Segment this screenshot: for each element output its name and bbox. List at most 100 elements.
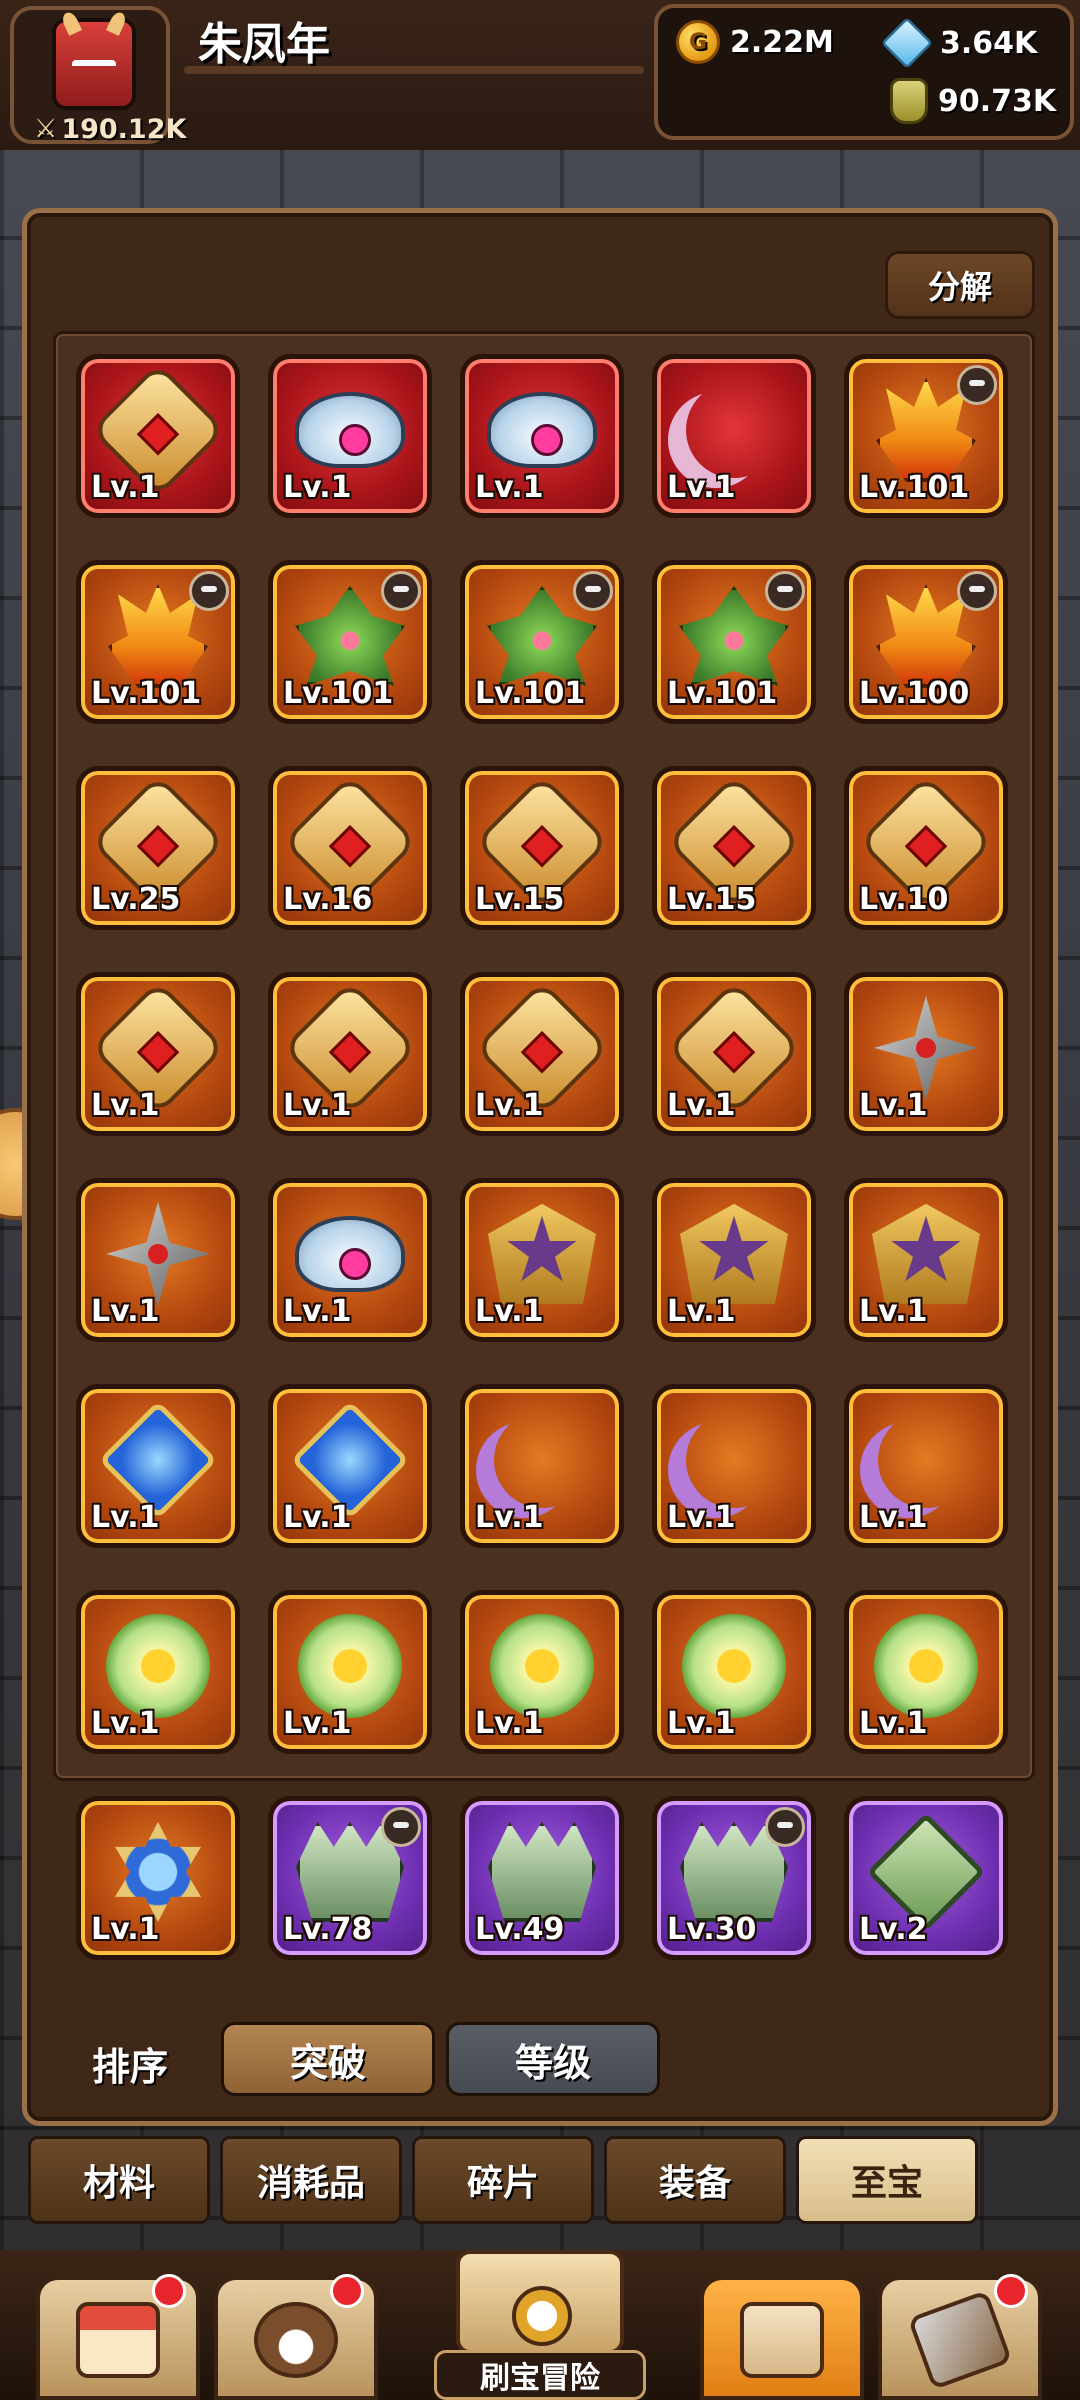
sort-level-button[interactable]: 等级 [446, 2022, 660, 2096]
treasure-item[interactable]: Lv.1 [652, 1178, 816, 1342]
treasure-item[interactable]: Lv.78 [268, 1796, 432, 1960]
treasure-item[interactable]: Lv.1 [460, 972, 624, 1136]
item-level: Lv.16 [283, 882, 373, 917]
treasure-item[interactable]: Lv.25 [76, 766, 240, 930]
item-level: Lv.1 [91, 1706, 160, 1741]
treasure-item[interactable]: Lv.1 [268, 1178, 432, 1342]
crossed-swords-icon: ⚔ [34, 114, 58, 144]
shop-icon [76, 2302, 160, 2379]
treasure-item[interactable]: Lv.1 [460, 1384, 624, 1548]
treasure-item[interactable]: Lv.1 [460, 1590, 624, 1754]
treasure-item[interactable]: Lv.1 [268, 1384, 432, 1548]
treasure-item[interactable]: Lv.1 [844, 1384, 1008, 1548]
item-level: Lv.78 [283, 1912, 373, 1947]
treasure-item[interactable]: Lv.2 [844, 1796, 1008, 1960]
treasure-item[interactable]: Lv.101 [844, 354, 1008, 518]
treasure-item[interactable]: Lv.101 [460, 560, 624, 724]
treasure-item[interactable]: Lv.10 [844, 766, 1008, 930]
treasure-item[interactable]: Lv.1 [652, 972, 816, 1136]
tab-fragments[interactable]: 碎片 [412, 2136, 594, 2224]
treasure-item[interactable]: Lv.1 [268, 972, 432, 1136]
treasure-item[interactable]: Lv.1 [460, 354, 624, 518]
treasure-item[interactable]: Lv.1 [268, 1590, 432, 1754]
flower-treasure-icon [874, 1613, 978, 1718]
resource-panel: G 2.22M 3.64K 90.73K [654, 4, 1074, 140]
tab-treasures[interactable]: 至宝 [796, 2136, 978, 2224]
pentagram-treasure-icon [680, 1203, 788, 1304]
item-level: Lv.1 [667, 1500, 736, 1535]
item-level: Lv.101 [283, 676, 394, 711]
combat-power-value: 190.12K [61, 113, 187, 145]
tab-equipment[interactable]: 装备 [604, 2136, 786, 2224]
treasure-item[interactable]: Lv.101 [76, 560, 240, 724]
crystal-value: 3.64K [940, 25, 1038, 61]
treasure-item[interactable]: Lv.1 [460, 1178, 624, 1342]
sort-label: 排序 [92, 2045, 169, 2089]
treasure-item[interactable]: Lv.1 [76, 1796, 240, 1960]
item-level: Lv.1 [475, 1706, 544, 1741]
hammer-icon [907, 2290, 1013, 2391]
nav-heroes[interactable] [214, 2274, 378, 2400]
treasure-item[interactable]: Lv.1 [76, 1590, 240, 1754]
treasure-item[interactable]: Lv.49 [460, 1796, 624, 1960]
flower-treasure-icon [298, 1613, 402, 1718]
tab-materials[interactable]: 材料 [28, 2136, 210, 2224]
treasure-inventory-panel: 分解 Lv.1 Lv.1 Lv.1 Lv.1 Lv.101 Lv.101 Lv.101 Lv.… [22, 208, 1058, 2126]
potion-counter[interactable]: 90.73K [890, 78, 1056, 124]
tab-consumables[interactable]: 消耗品 [220, 2136, 402, 2224]
wings-treasure-icon [487, 391, 597, 468]
adventure-label: 刷宝冒险 [434, 2350, 646, 2400]
nav-shop[interactable] [36, 2274, 200, 2400]
wings-treasure-icon [295, 391, 405, 468]
treasure-item[interactable]: Lv.30 [652, 1796, 816, 1960]
item-level: Lv.100 [859, 676, 970, 711]
item-level: Lv.1 [859, 1706, 928, 1741]
treasure-item[interactable]: Lv.1 [844, 972, 1008, 1136]
notification-dot [152, 2274, 186, 2308]
nav-bag[interactable] [700, 2276, 864, 2400]
nav-forge[interactable] [878, 2274, 1042, 2400]
item-level: Lv.1 [283, 1294, 352, 1329]
item-level: Lv.1 [91, 1912, 160, 1947]
sort-breakthrough-button[interactable]: 突破 [221, 2022, 435, 2096]
nav-treasure-adventure[interactable]: 刷宝冒险 [392, 2250, 688, 2400]
treasure-item[interactable]: Lv.101 [652, 560, 816, 724]
gold-value: 2.22M [730, 24, 834, 60]
treasure-item[interactable]: Lv.1 [652, 1590, 816, 1754]
equipped-hero-badge-icon [381, 1807, 421, 1847]
treasure-item[interactable]: Lv.1 [844, 1590, 1008, 1754]
treasure-item[interactable]: Lv.15 [460, 766, 624, 930]
item-level: Lv.1 [283, 1088, 352, 1123]
crystal-counter[interactable]: 3.64K [880, 16, 1038, 70]
treasure-item[interactable]: Lv.15 [652, 766, 816, 930]
item-level: Lv.1 [859, 1500, 928, 1535]
treasure-item[interactable]: Lv.1 [652, 354, 816, 518]
treasure-item[interactable]: Lv.1 [76, 972, 240, 1136]
gold-counter[interactable]: G 2.22M [676, 20, 834, 64]
item-level: Lv.1 [283, 1500, 352, 1535]
equipped-hero-badge-icon [765, 1807, 805, 1847]
treasure-item[interactable]: Lv.101 [268, 560, 432, 724]
treasure-item[interactable]: Lv.1 [76, 1384, 240, 1548]
item-level: Lv.1 [475, 1500, 544, 1535]
item-level: Lv.1 [283, 1706, 352, 1741]
treasure-item[interactable]: Lv.1 [844, 1178, 1008, 1342]
treasure-item[interactable]: Lv.1 [268, 354, 432, 518]
player-avatar-frame[interactable]: ⚔ 190.12K [10, 6, 186, 145]
avatar[interactable] [52, 18, 136, 110]
treasure-item[interactable]: Lv.1 [652, 1384, 816, 1548]
item-level: Lv.1 [91, 1088, 160, 1123]
item-level: Lv.49 [475, 1912, 565, 1947]
treasure-item[interactable]: Lv.1 [76, 1178, 240, 1342]
treasure-item[interactable]: Lv.100 [844, 560, 1008, 724]
item-level: Lv.1 [859, 1294, 928, 1329]
potion-icon [890, 78, 928, 124]
treasure-item[interactable]: Lv.1 [76, 354, 240, 518]
item-level: Lv.1 [475, 1294, 544, 1329]
treasure-item[interactable]: Lv.16 [268, 766, 432, 930]
decompose-button[interactable]: 分解 [885, 251, 1035, 319]
pentagram-treasure-icon [488, 1203, 596, 1304]
item-level: Lv.1 [91, 1294, 160, 1329]
moon-treasure-icon [686, 382, 782, 478]
item-grid: Lv.1 Lv.1 Lv.1 Lv.1 Lv.101 Lv.101 Lv.101 Lv.101… [76, 354, 1008, 1960]
